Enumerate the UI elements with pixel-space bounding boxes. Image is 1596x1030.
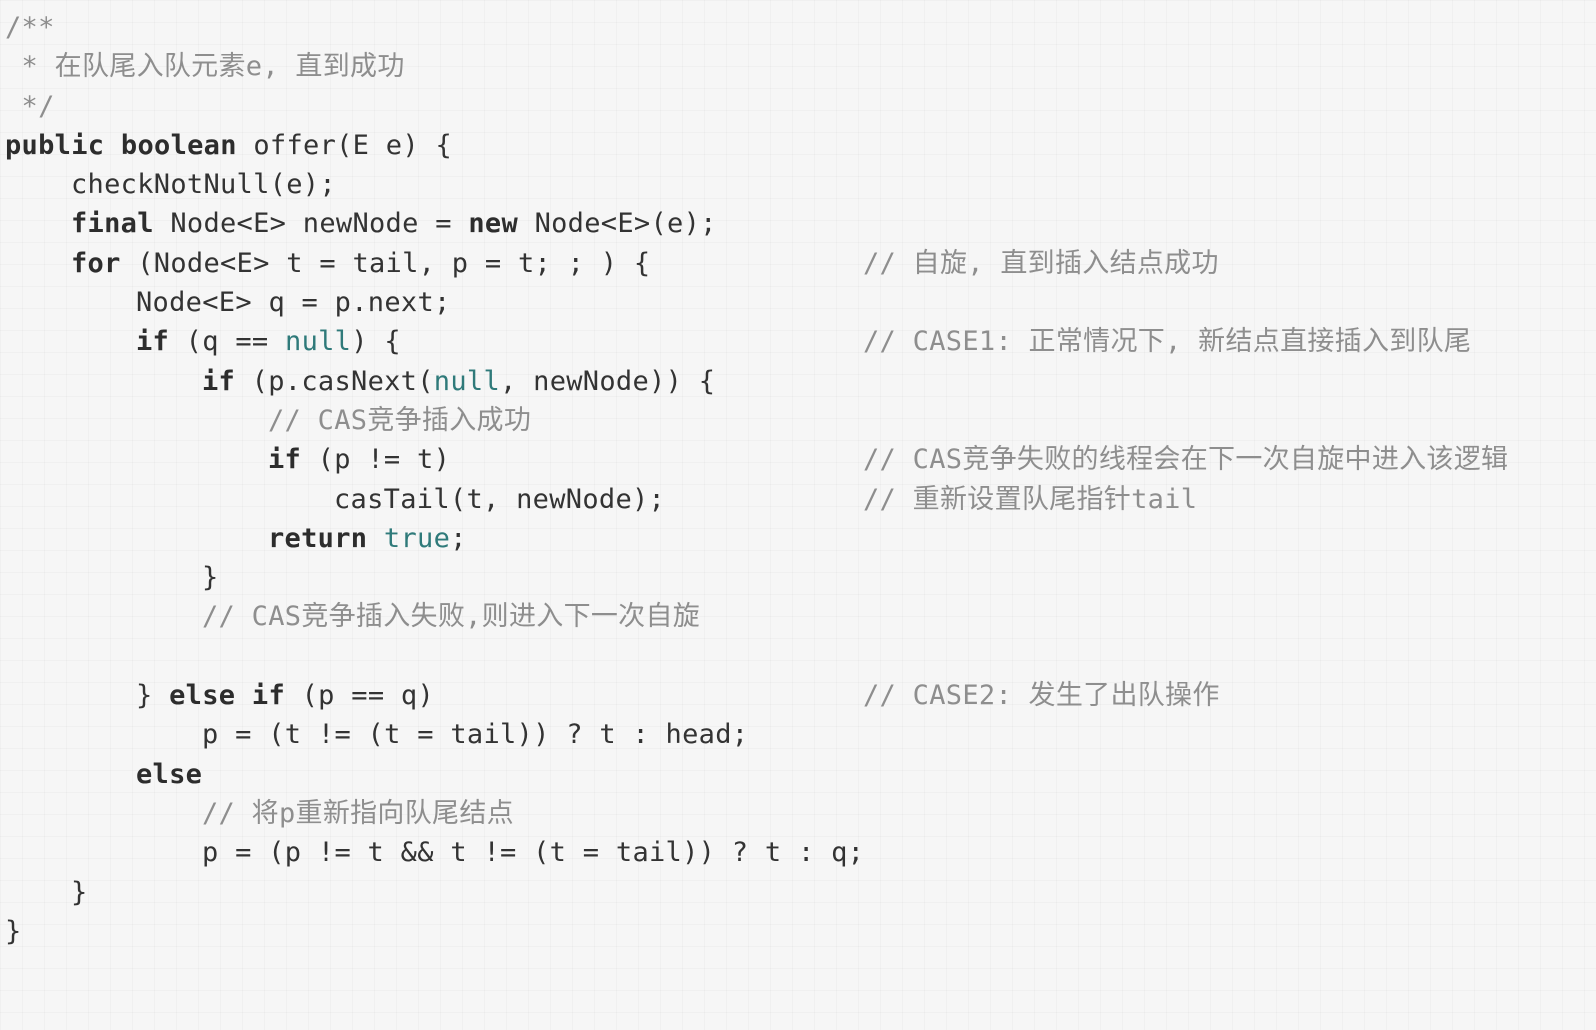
code-text: p = (p != t && t != (t = tail)) ? t : q; — [202, 837, 865, 869]
code-line: // CAS竞争插入失败,则进入下一次自旋 — [5, 597, 1590, 636]
keyword: if — [202, 365, 236, 397]
code-text: p = (t != (t = tail)) ? t : head; — [202, 719, 749, 751]
doc-comment-open: /** — [5, 12, 55, 43]
code-text: (p == q) — [285, 680, 435, 712]
code-line: } — [5, 558, 1590, 597]
code-line: final Node<E> newNode = new Node<E>(e); — [5, 204, 1590, 243]
inline-comment: // CASE1: 正常情况下, 新结点直接插入到队尾 — [863, 326, 1472, 358]
code-text: offer(E e) { — [236, 129, 453, 161]
code-text: Node<E> newNode = — [153, 208, 469, 240]
code-text: Node<E>(e); — [518, 208, 717, 240]
inline-comment: // 自旋, 直到插入结点成功 — [863, 247, 1219, 279]
keyword: else — [169, 680, 236, 712]
keyword: if — [268, 444, 302, 476]
keyword: else — [136, 758, 203, 790]
code-text: (Node<E> t = tail, p = t; ; ) { — [120, 247, 651, 279]
keyword: boolean — [120, 129, 237, 161]
keyword: if — [136, 326, 170, 358]
inline-comment: // 重新设置队尾指针tail — [863, 483, 1198, 515]
literal: null — [433, 365, 501, 397]
line-comment: // CAS竞争插入成功 — [268, 404, 532, 436]
inline-comment: // CAS竞争失败的线程会在下一次自旋中进入该逻辑 — [863, 444, 1509, 476]
code-text: Node<E> q = p.next; — [136, 287, 451, 319]
code-text: casTail(t, newNode); — [334, 483, 666, 515]
keyword: return — [268, 522, 368, 554]
literal: null — [285, 326, 352, 358]
code-line: checkNotNull(e); — [5, 165, 1590, 204]
code-line: } — [5, 912, 1590, 951]
code-text: (p != t) — [301, 444, 451, 476]
doc-comment-body: * 在队尾入队元素e, 直到成功 — [5, 51, 405, 83]
code-text: checkNotNull(e); — [71, 169, 336, 201]
method-signature: public boolean offer(E e) { — [5, 126, 452, 165]
code-statement: if (p != t) — [268, 440, 450, 479]
code-text: } — [71, 876, 88, 908]
code-editor: /** * 在队尾入队元素e, 直到成功 */ public boolean o… — [5, 8, 1590, 951]
code-line: casTail(t, newNode); // 重新设置队尾指针tail — [5, 480, 1590, 519]
code-line: for (Node<E> t = tail, p = t; ; ) { // 自… — [5, 244, 1590, 283]
line-comment: // CAS竞争插入失败,则进入下一次自旋 — [202, 601, 701, 633]
code-text: ; — [450, 522, 467, 554]
keyword: for — [71, 247, 121, 279]
code-line: return true; — [5, 519, 1590, 558]
code-line: if (p != t) // CAS竞争失败的线程会在下一次自旋中进入该逻辑 — [5, 440, 1590, 479]
code-statement: if (p.casNext(null, newNode)) { — [202, 362, 715, 401]
code-text: } — [136, 680, 170, 712]
code-statement: final Node<E> newNode = new Node<E>(e); — [71, 204, 717, 243]
inline-comment: // CASE2: 发生了出队操作 — [863, 680, 1220, 712]
code-text: ) { — [351, 326, 401, 358]
doc-comment-close: */ — [5, 90, 55, 122]
code-line: } — [5, 873, 1590, 912]
code-line: // 将p重新指向队尾结点 — [5, 794, 1590, 833]
code-text: } — [5, 915, 22, 947]
code-line: */ — [5, 87, 1590, 126]
code-line: if (q == null) { // CASE1: 正常情况下, 新结点直接插… — [5, 322, 1590, 361]
literal: true — [383, 522, 451, 554]
code-line: } else if (p == q) // CASE2: 发生了出队操作 — [5, 676, 1590, 715]
code-line: else — [5, 755, 1590, 794]
code-statement: } else if (p == q) — [136, 676, 434, 715]
code-line: * 在队尾入队元素e, 直到成功 — [5, 47, 1590, 86]
code-line: Node<E> q = p.next; — [5, 283, 1590, 322]
code-statement: for (Node<E> t = tail, p = t; ; ) { — [71, 244, 650, 283]
code-text: , newNode)) { — [500, 365, 716, 397]
code-line: // CAS竞争插入成功 — [5, 401, 1590, 440]
code-statement: return true; — [268, 519, 467, 558]
code-line: p = (t != (t = tail)) ? t : head; — [5, 715, 1590, 754]
code-text: (p.casNext( — [235, 365, 434, 397]
code-line: p = (p != t && t != (t = tail)) ? t : q; — [5, 833, 1590, 872]
keyword: final — [71, 208, 154, 240]
code-line: public boolean offer(E e) { — [5, 126, 1590, 165]
line-comment: // 将p重新指向队尾结点 — [202, 797, 514, 829]
code-line: /** — [5, 8, 1590, 47]
keyword: new — [468, 208, 519, 240]
code-text: } — [202, 562, 219, 594]
keyword: if — [251, 680, 286, 712]
code-statement: if (q == null) { — [136, 322, 401, 361]
code-line: if (p.casNext(null, newNode)) { — [5, 362, 1590, 401]
keyword: public — [5, 129, 105, 161]
code-text: (q == — [169, 326, 286, 358]
